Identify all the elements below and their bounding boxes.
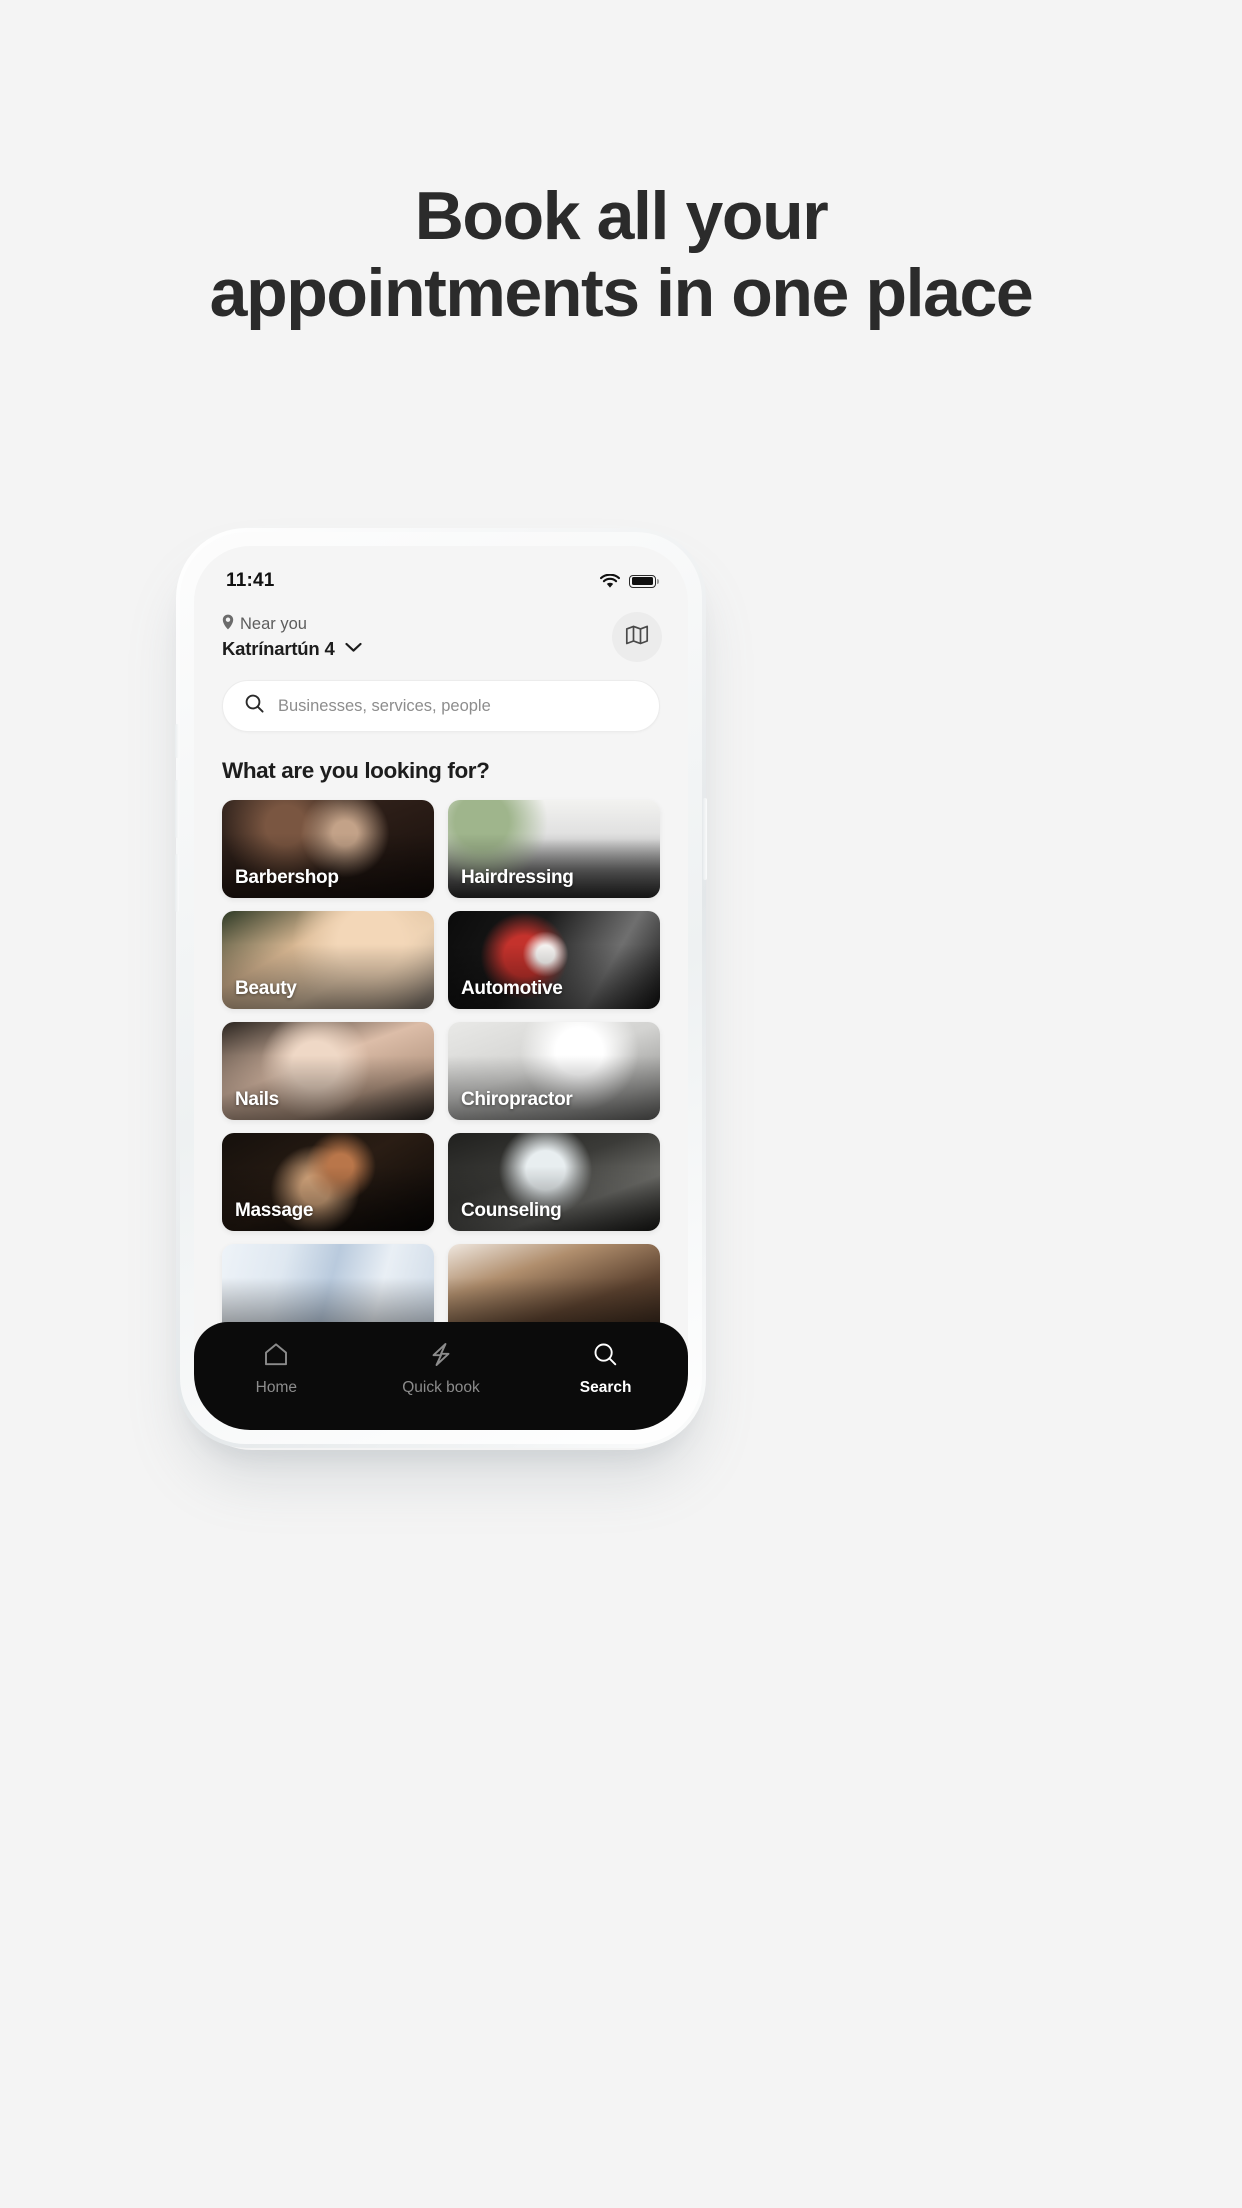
search-icon: [593, 1342, 618, 1372]
nav-item-home[interactable]: Home: [221, 1342, 331, 1397]
phone-frame: 11:41 Near you Katrínartún 4 Businesses,…: [175, 528, 707, 1448]
volume-up-button: [175, 780, 179, 838]
power-button: [703, 798, 707, 880]
category-tile-automotive[interactable]: Automotive: [448, 911, 660, 1009]
bottom-navigation: Home Quick book Search: [194, 1322, 688, 1430]
headline-line-2: appointments in one place: [209, 254, 1034, 331]
home-icon: [263, 1342, 289, 1372]
category-tile-counseling[interactable]: Counseling: [448, 1133, 660, 1231]
status-bar: 11:41: [194, 546, 688, 602]
page-title: Book all your appointments in one place: [0, 178, 1242, 332]
location-header: Near you Katrínartún 4: [194, 602, 688, 662]
phone-screen: 11:41 Near you Katrínartún 4 Businesses,…: [194, 546, 688, 1430]
tile-label: Barbershop: [235, 867, 339, 888]
category-tile-chiropractor[interactable]: Chiropractor: [448, 1022, 660, 1120]
category-tile-beauty[interactable]: Beauty: [222, 911, 434, 1009]
near-you-row: Near you: [222, 614, 362, 635]
status-time: 11:41: [226, 570, 275, 591]
search-bar[interactable]: [222, 680, 660, 732]
volume-down-button: [175, 854, 179, 912]
nav-label: Search: [579, 1379, 632, 1396]
location-selector[interactable]: Katrínartún 4: [222, 638, 362, 660]
battery-full-icon: [629, 574, 659, 588]
chevron-down-icon: [344, 640, 362, 658]
nav-label: Quick book: [402, 1379, 480, 1396]
wifi-icon: [600, 573, 620, 589]
section-heading: What are you looking for?: [222, 758, 490, 783]
category-tile-nails[interactable]: Nails: [222, 1022, 434, 1120]
map-button[interactable]: [612, 612, 662, 662]
tile-label: Massage: [235, 1200, 314, 1221]
search-input[interactable]: [278, 696, 637, 716]
category-tile-hairdressing[interactable]: Hairdressing: [448, 800, 660, 898]
tile-label: Counseling: [461, 1200, 562, 1221]
search-icon: [245, 694, 264, 718]
tile-label: Automotive: [461, 978, 563, 999]
status-indicators: [600, 573, 659, 589]
silent-switch: [175, 724, 179, 758]
map-pin-icon: [222, 614, 234, 635]
tile-label: Nails: [235, 1089, 279, 1110]
category-grid: Barbershop Hairdressing Beauty Automotiv…: [222, 800, 660, 1342]
category-tile-barbershop[interactable]: Barbershop: [222, 800, 434, 898]
tile-label: Chiropractor: [461, 1089, 573, 1110]
nav-item-quick-book[interactable]: Quick book: [386, 1342, 496, 1397]
tile-label: Beauty: [235, 978, 297, 999]
nav-item-search[interactable]: Search: [551, 1342, 661, 1397]
location-block[interactable]: Near you Katrínartún 4: [222, 612, 362, 660]
near-you-label: Near you: [240, 615, 307, 633]
lightning-icon: [429, 1342, 453, 1372]
nav-label: Home: [255, 1379, 297, 1396]
map-icon: [625, 624, 649, 651]
location-value: Katrínartún 4: [222, 638, 335, 659]
category-tile-massage[interactable]: Massage: [222, 1133, 434, 1231]
headline-line-1: Book all your: [414, 178, 829, 254]
phone-mockup: 11:41 Near you Katrínartún 4 Businesses,…: [175, 528, 707, 1448]
tile-label: Hairdressing: [461, 867, 574, 888]
poster-root: Book all your appointments in one place …: [0, 0, 1242, 2208]
